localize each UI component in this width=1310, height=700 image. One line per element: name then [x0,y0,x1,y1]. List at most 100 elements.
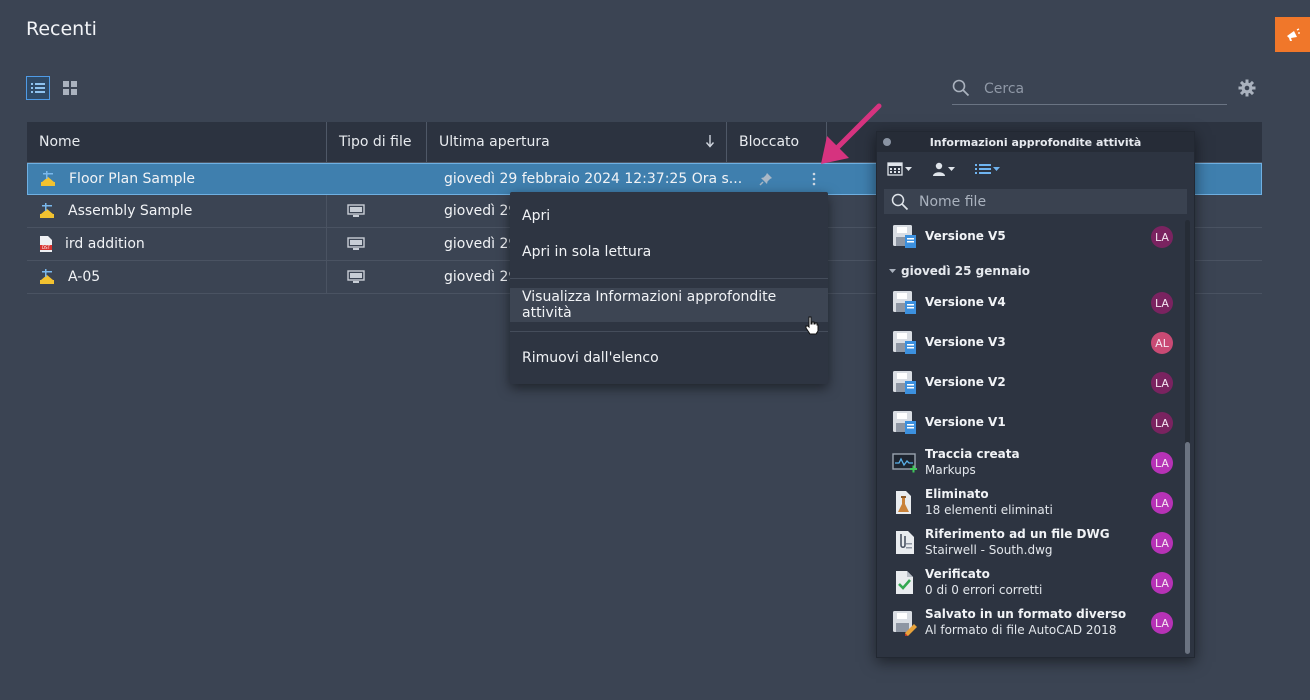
calendar-icon [887,162,903,176]
group-header[interactable]: giovedì 25 gennaio [889,264,1030,278]
save-version-icon [893,331,916,354]
avatar[interactable]: LA [1151,532,1173,554]
avatar[interactable]: LA [1151,572,1173,594]
page-title: Recenti [26,18,97,40]
save-version-icon [893,225,916,248]
avatar[interactable]: LA [1151,492,1173,514]
collapse-triangle-icon [889,268,896,273]
menu-item-activity-insights[interactable]: Visualizza Informazioni approfondite att… [510,288,828,322]
menu-divider [510,331,828,332]
item-text: Versione V5 [925,218,1006,254]
list-view-button[interactable] [26,76,50,100]
menu-item-remove[interactable]: Rimuovi dall'elenco [510,341,828,375]
gear-icon[interactable] [1238,79,1256,97]
item-text: Salvato in un formato diverso Al formato … [925,604,1126,640]
item-subtitle: Markups [925,463,976,477]
list-item[interactable]: Versione V3 AL [892,324,1177,360]
sort-descending-icon [705,135,715,148]
file-name: Floor Plan Sample [69,171,196,187]
avatar[interactable]: LA [1151,612,1173,634]
list-icon [975,164,991,174]
item-title: Versione V5 [925,229,1006,243]
filename-filter-input[interactable] [917,192,1181,211]
item-text: Eliminato 18 elementi eliminati [925,484,1053,520]
last-opened-date: giovedì 29 [444,269,518,285]
item-subtitle: Stairwell - South.dwg [925,543,1053,557]
last-opened-date: giovedì 29 febbraio 2024 12:37:25 Ora s.… [444,171,743,187]
user-filter-button[interactable] [932,162,955,176]
item-text: Versione V1 [925,404,1006,440]
item-title: Versione V4 [925,295,1006,309]
item-title: Eliminato [925,487,989,501]
list-item[interactable]: Eliminato 18 elementi eliminati LA [892,484,1177,520]
user-icon [933,162,945,176]
list-item[interactable]: Verificato 0 di 0 errori corretti LA [892,564,1177,600]
item-subtitle: Al formato di file AutoCAD 2018 [925,623,1117,637]
trace-created-icon [892,453,917,473]
save-version-icon [893,291,916,314]
item-title: Salvato in un formato diverso [925,607,1127,621]
grid-view-button[interactable] [58,76,82,100]
avatar[interactable]: LA [1151,372,1173,394]
list-item[interactable]: Versione V1 LA [892,404,1177,440]
list-item[interactable]: Traccia creata Markups LA [892,444,1177,480]
avatar[interactable]: LA [1151,292,1173,314]
dst-file-icon: DST [39,228,53,260]
audit-check-icon [896,571,913,594]
item-subtitle: 18 elementi eliminati [925,503,1053,517]
panel-grip-icon[interactable] [883,138,891,146]
column-header-type[interactable]: Tipo di file [327,122,427,162]
panel-toolbar [887,162,1000,176]
dwg-file-icon [39,261,55,293]
last-opened-date: giovedì 29 [444,203,518,219]
menu-item-open-readonly[interactable]: Apri in sola lettura [510,235,828,269]
column-header-locked[interactable]: Bloccato [727,122,827,162]
menu-item-open[interactable]: Apri [510,199,828,233]
scrollbar-thumb[interactable] [1185,442,1190,654]
hand-cursor-icon [805,316,819,335]
svg-text:DST: DST [42,245,51,250]
column-header-last-opened[interactable]: Ultima apertura [427,122,727,162]
announcement-button[interactable] [1275,17,1310,52]
grid-icon [63,81,77,95]
item-title: Verificato [925,567,990,581]
context-menu: Apri Apri in sola lettura Visualizza Inf… [510,192,828,384]
chevron-down-icon [993,166,1000,171]
chevron-down-icon [948,166,955,171]
dwg-file-icon [40,164,56,194]
search-icon [891,193,909,210]
filename-filter [884,189,1187,214]
list-item[interactable]: Versione V4 LA [892,284,1177,320]
list-item[interactable]: Riferimento ad un file DWG Stairwell - So… [892,524,1177,560]
activity-filter-button[interactable] [975,162,1000,176]
list-item[interactable]: Versione V2 LA [892,364,1177,400]
purge-icon [896,491,911,514]
avatar[interactable]: AL [1151,332,1173,354]
monitor-icon [347,195,365,227]
menu-divider [510,278,828,279]
column-header-name[interactable]: Nome [27,122,327,162]
file-name: Assembly Sample [68,203,193,219]
item-text: Riferimento ad un file DWG Stairwell - So… [925,524,1110,560]
search-icon [952,79,970,97]
date-filter-button[interactable] [887,162,912,176]
avatar[interactable]: LA [1151,412,1173,434]
save-version-icon [893,411,916,434]
column-header-last-opened-label: Ultima apertura [439,134,550,150]
save-version-icon [893,371,916,394]
item-title: Riferimento ad un file DWG [925,527,1110,541]
file-name: A-05 [68,269,101,285]
item-text: Verificato 0 di 0 errori corretti [925,564,1042,600]
xref-attach-icon [896,531,914,554]
item-text: Versione V3 [925,324,1006,360]
last-opened-date: giovedì 29 [444,236,518,252]
item-title: Versione V1 [925,415,1006,429]
item-title: Versione V2 [925,375,1006,389]
search-input[interactable] [982,78,1226,100]
avatar[interactable]: LA [1151,452,1173,474]
list-item[interactable]: Versione V5 LA [892,218,1177,254]
list-item[interactable]: Salvato in un formato diverso Al formato … [892,604,1177,640]
avatar[interactable]: LA [1151,226,1173,248]
pin-icon[interactable] [759,164,773,194]
save-as-format-icon [893,611,917,636]
